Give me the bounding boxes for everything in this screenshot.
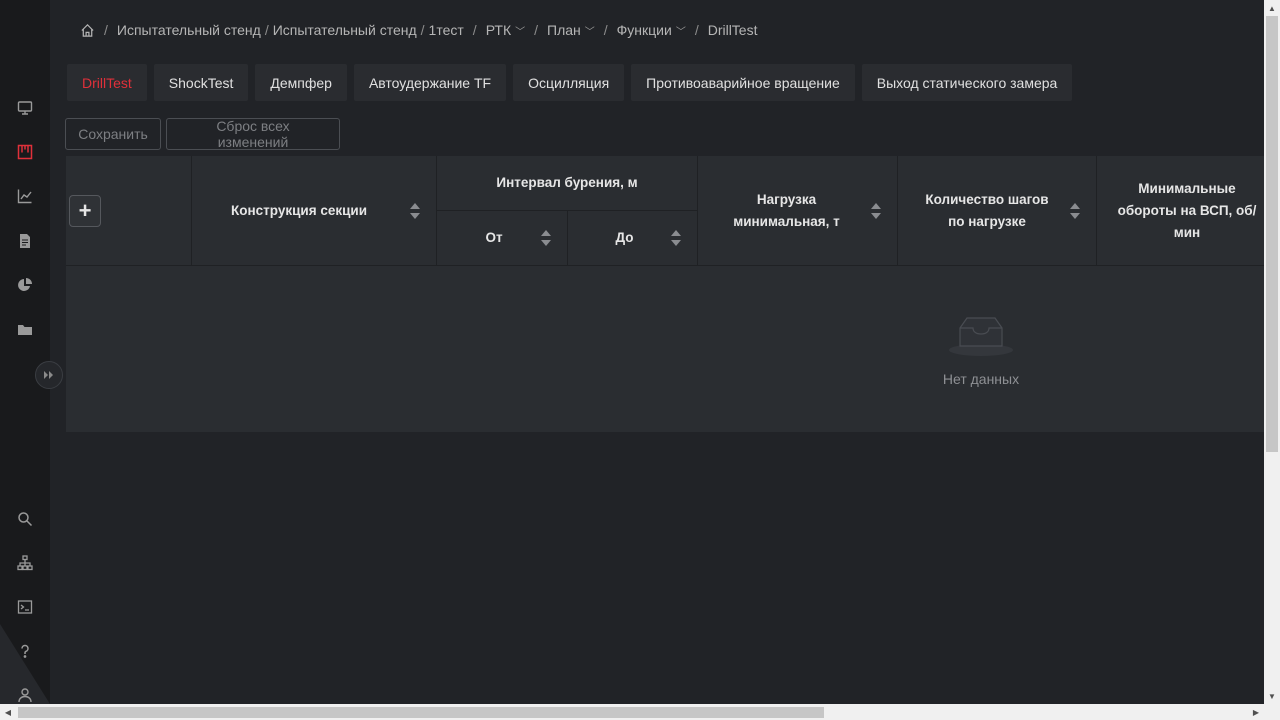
- header-label: Конструкция секции: [231, 202, 367, 218]
- chevron-down-icon: ﹀: [515, 26, 526, 38]
- help-icon[interactable]: [14, 640, 36, 662]
- header-drilling-interval: Интервал бурения, м: [437, 156, 698, 211]
- header-rpm-min[interactable]: Минимальные обороты на ВСП, об/мин: [1097, 156, 1264, 266]
- breadcrumb-separator: /: [472, 22, 477, 38]
- scroll-right-icon[interactable]: ▶: [1248, 704, 1264, 720]
- tab-auto-hold-tf[interactable]: Автоудержание TF: [353, 64, 507, 101]
- home-icon[interactable]: [80, 23, 95, 38]
- breadcrumb-separator: /: [603, 22, 608, 38]
- header-section-construction[interactable]: Конструкция секции: [192, 156, 437, 266]
- header-interval-to[interactable]: До: [568, 211, 698, 266]
- breadcrumb-separator: /: [694, 22, 699, 38]
- tab-emergency-rotation[interactable]: Противоаварийное вращение: [631, 64, 855, 101]
- save-button[interactable]: Сохранить: [65, 118, 161, 150]
- terminal-icon[interactable]: [14, 596, 36, 618]
- breadcrumb-separator: /: [264, 22, 269, 38]
- tab-damper[interactable]: Демпфер: [255, 64, 347, 101]
- plus-icon: +: [78, 198, 92, 223]
- chart-line-icon[interactable]: [14, 185, 36, 207]
- folder-icon[interactable]: [14, 319, 36, 341]
- chevron-down-icon: ﹀: [584, 26, 595, 38]
- breadcrumb-separator: /: [104, 22, 108, 38]
- network-icon[interactable]: [14, 552, 36, 574]
- scroll-down-icon[interactable]: ▼: [1264, 688, 1280, 704]
- breadcrumb: / Испытательный стенд / Испытательный ст…: [80, 22, 757, 38]
- tab-drilltest[interactable]: DrillTest: [67, 64, 147, 101]
- breadcrumb-label: План: [547, 22, 581, 38]
- header-label: Минимальные обороты на ВСП, об/мин: [1117, 180, 1257, 240]
- header-label: Интервал бурения, м: [496, 175, 638, 190]
- horizontal-scrollbar[interactable]: ◀ ▶: [0, 704, 1280, 720]
- monitor-icon[interactable]: [14, 97, 36, 119]
- document-icon[interactable]: [14, 230, 36, 252]
- scroll-up-icon[interactable]: ▲: [1264, 0, 1280, 16]
- drilltest-table: + Конструкция секции Интервал бурения, м…: [66, 156, 1264, 432]
- tab-oscillation[interactable]: Осцилляция: [513, 64, 625, 101]
- sort-icon[interactable]: [541, 230, 551, 246]
- add-column-header: +: [66, 156, 192, 266]
- vertical-scrollbar[interactable]: ▲ ▼: [1264, 0, 1280, 704]
- scroll-thumb[interactable]: [18, 707, 824, 718]
- breadcrumb-label: РТК: [485, 22, 512, 38]
- scroll-thumb[interactable]: [1266, 16, 1278, 452]
- breadcrumb-item[interactable]: Испытательный стенд: [117, 22, 261, 38]
- breadcrumb-item-dropdown[interactable]: План ﹀: [547, 22, 595, 38]
- scroll-left-icon[interactable]: ◀: [0, 704, 16, 720]
- chevron-down-icon: ﹀: [675, 26, 686, 38]
- header-interval-from[interactable]: От: [437, 211, 568, 266]
- empty-state: Нет данных: [906, 314, 1056, 387]
- header-label: До: [615, 230, 634, 245]
- breadcrumb-item[interactable]: Испытательный стенд: [273, 22, 417, 38]
- add-row-button[interactable]: +: [69, 195, 101, 227]
- sort-icon[interactable]: [871, 202, 881, 219]
- user-icon[interactable]: [14, 684, 36, 706]
- breadcrumb-current: DrillTest: [707, 22, 758, 38]
- header-load-min[interactable]: Нагрузка минимальная, т: [698, 156, 898, 266]
- tab-shocktest[interactable]: ShockTest: [153, 64, 249, 101]
- header-load-steps[interactable]: Количество шагов по нагрузке: [898, 156, 1097, 266]
- reset-changes-button[interactable]: Сброс всех изменений: [166, 118, 340, 150]
- empty-text: Нет данных: [942, 371, 1020, 387]
- sort-icon[interactable]: [410, 202, 420, 219]
- breadcrumb-separator: /: [534, 22, 538, 38]
- empty-inbox-icon: [949, 317, 1013, 356]
- header-label: От: [485, 230, 503, 245]
- sort-icon[interactable]: [671, 230, 681, 246]
- sort-icon[interactable]: [1070, 202, 1080, 219]
- pie-icon[interactable]: [14, 274, 36, 296]
- breadcrumb-separator: /: [420, 22, 425, 38]
- function-tabs: DrillTest ShockTest Демпфер Автоудержани…: [67, 64, 1073, 101]
- breadcrumb-item-dropdown[interactable]: РТК ﹀: [486, 22, 525, 38]
- sidebar: [0, 0, 63, 706]
- tab-static-measurement-exit[interactable]: Выход статического замера: [861, 64, 1073, 101]
- kanban-icon[interactable]: [14, 141, 36, 163]
- header-label: Нагрузка минимальная, т: [733, 191, 840, 229]
- header-label: Количество шагов по нагрузке: [925, 191, 1049, 229]
- breadcrumb-label: Функции: [616, 22, 672, 38]
- collapse-sidebar-button[interactable]: [35, 361, 63, 389]
- breadcrumb-item-dropdown[interactable]: Функции ﹀: [617, 22, 686, 38]
- search-icon[interactable]: [14, 508, 36, 530]
- breadcrumb-item[interactable]: 1тест: [429, 22, 464, 38]
